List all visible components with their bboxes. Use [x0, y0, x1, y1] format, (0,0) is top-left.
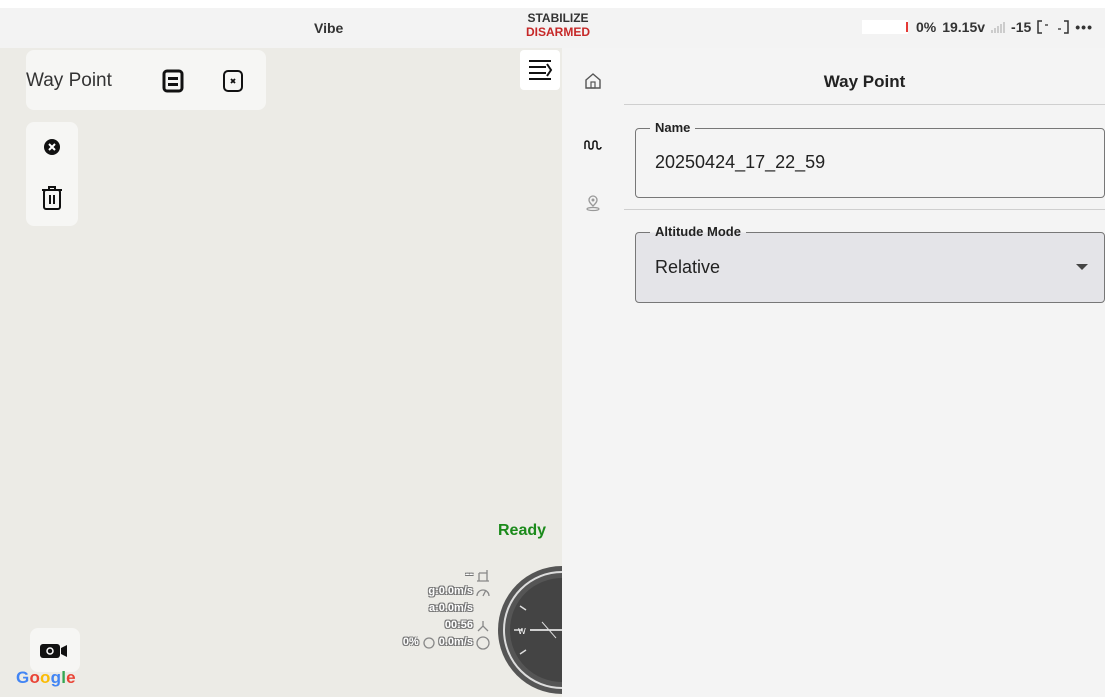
expand-icon[interactable]: [1037, 20, 1070, 34]
battery-percent: 0%: [915, 19, 937, 35]
air-speed: a:0.0m/s: [428, 602, 473, 614]
waypoint-toolbar-title: Way Point: [26, 70, 112, 91]
status-bar: Vibe STABILIZE DISARMED 0% 19.15v -15 ••…: [0, 8, 1105, 48]
name-field-label: Name: [650, 120, 696, 135]
flight-mode: STABILIZE: [527, 11, 589, 25]
altitude-mode-select[interactable]: Altitude Mode Relative: [635, 224, 1105, 303]
battery-icon: [861, 20, 908, 34]
drone-time-icon: [477, 620, 489, 631]
vertical-speed-icon: [476, 635, 490, 650]
trash-icon[interactable]: [39, 184, 65, 212]
speedometer-icon: [476, 588, 490, 596]
ground-speed: g:0.0m/s: [428, 585, 473, 597]
attitude-compass: W: [496, 566, 562, 697]
name-field-value[interactable]: 20250424_17_22_59: [655, 152, 825, 173]
throttle-icon: [423, 636, 435, 649]
section-divider: [624, 209, 1105, 210]
voltage: 19.15v: [942, 19, 986, 35]
signal-icon: [991, 21, 1006, 33]
name-field[interactable]: Name 20250424_17_22_59: [635, 120, 1105, 198]
telemetry-readout: -- g:0.0m/s a:0.0m/s 00:56 0% 0.0m/s: [403, 566, 490, 651]
dropdown-arrow-icon[interactable]: [1076, 264, 1088, 270]
more-menu-button[interactable]: •••: [1075, 19, 1093, 35]
flight-time: 00:56: [444, 619, 473, 631]
menu-collapse-icon: [529, 60, 553, 80]
altitude-value: --: [465, 568, 473, 580]
status-right-group: 0% 19.15v -15 •••: [861, 19, 1093, 35]
waveform-icon[interactable]: [582, 134, 604, 156]
home-icon[interactable]: [582, 70, 604, 92]
waypoint-panel: Way Point Name 20250424_17_22_59 Altitud…: [562, 48, 1105, 697]
vertical-speed: 0.0m/s: [438, 636, 473, 648]
altitude-mode-value: Relative: [655, 257, 721, 277]
ready-status: Ready: [498, 522, 547, 539]
altitude-icon: [477, 569, 489, 582]
arm-state: DISARMED: [526, 25, 591, 39]
video-camera-icon: [40, 644, 67, 658]
save-icon[interactable]: [160, 68, 186, 94]
panel-title: Way Point: [823, 72, 906, 91]
signal-value: -15: [1011, 19, 1032, 35]
google-logo: Google: [16, 668, 76, 687]
waypoint-toolbar: Way Point: [26, 50, 266, 110]
throttle-value: 0%: [402, 636, 419, 648]
compass-heading: W: [518, 627, 526, 636]
location-pin-icon[interactable]: [582, 192, 604, 214]
close-square-icon[interactable]: [220, 68, 246, 94]
altitude-mode-label: Altitude Mode: [650, 224, 746, 239]
camera-button[interactable]: [30, 628, 80, 672]
panel-nav-rail: [562, 48, 624, 697]
map-view[interactable]: Way Point Ready -- g:0.0m/s a:0.0m/s 00:…: [0, 48, 562, 697]
title-divider: [624, 104, 1105, 105]
cancel-circle-icon[interactable]: [39, 134, 65, 160]
flight-mode-indicator[interactable]: STABILIZE DISARMED: [526, 11, 590, 39]
vehicle-name[interactable]: Vibe: [314, 20, 343, 36]
panel-toggle-button[interactable]: [520, 50, 560, 90]
map-side-tools: [26, 122, 78, 226]
